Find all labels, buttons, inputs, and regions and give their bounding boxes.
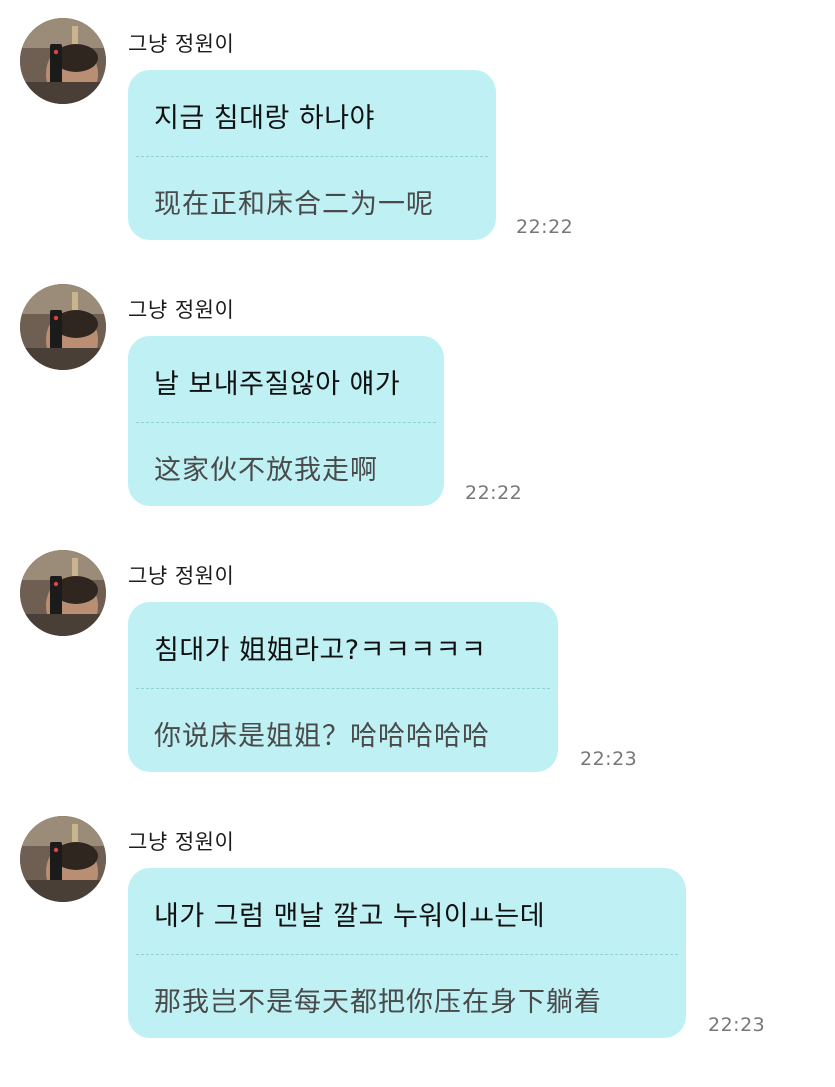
message-text: 침대가 姐姐라고?ㅋㅋㅋㅋㅋ <box>154 635 487 666</box>
avatar[interactable] <box>20 18 106 104</box>
sender-name: 그냥 정원이 <box>128 298 235 322</box>
sender-name: 그냥 정원이 <box>128 564 235 588</box>
message-text: 지금 침대랑 하나야 <box>154 103 375 134</box>
message-bubble[interactable]: 날 보내주질않아 얘가 这家伙不放我走啊 <box>128 336 444 506</box>
translation-divider <box>136 954 678 955</box>
translation-divider <box>136 422 436 423</box>
translation-divider <box>136 688 550 689</box>
message-translation: 这家伙不放我走啊 <box>154 455 378 486</box>
message-timestamp: 22:22 <box>516 216 574 238</box>
avatar[interactable] <box>20 284 106 370</box>
translation-divider <box>136 156 488 157</box>
message-text: 내가 그럼 맨날 깔고 누워이ㅛ는데 <box>154 901 546 932</box>
message-bubble[interactable]: 침대가 姐姐라고?ㅋㅋㅋㅋㅋ 你说床是姐姐？哈哈哈哈哈 <box>128 602 558 772</box>
message-text: 날 보내주질않아 얘가 <box>154 369 401 400</box>
sender-name: 그냥 정원이 <box>128 32 235 56</box>
message-bubble[interactable]: 지금 침대랑 하나야 现在正和床合二为一呢 <box>128 70 496 240</box>
chat-message: 그냥 정원이 지금 침대랑 하나야 现在正和床合二为一呢 22:22 <box>0 0 835 266</box>
sender-name: 그냥 정원이 <box>128 830 235 854</box>
message-bubble[interactable]: 내가 그럼 맨날 깔고 누워이ㅛ는데 那我岂不是每天都把你压在身下躺着 <box>128 868 686 1038</box>
avatar[interactable] <box>20 550 106 636</box>
chat-message: 그냥 정원이 날 보내주질않아 얘가 这家伙不放我走啊 22:22 <box>0 266 835 532</box>
message-translation: 你说床是姐姐？哈哈哈哈哈 <box>154 721 490 752</box>
message-timestamp: 22:22 <box>465 482 523 504</box>
message-timestamp: 22:23 <box>580 748 638 770</box>
message-timestamp: 22:23 <box>708 1014 766 1036</box>
avatar[interactable] <box>20 816 106 902</box>
chat-message: 그냥 정원이 침대가 姐姐라고?ㅋㅋㅋㅋㅋ 你说床是姐姐？哈哈哈哈哈 22:23 <box>0 532 835 798</box>
message-translation: 那我岂不是每天都把你压在身下躺着 <box>154 987 602 1018</box>
chat-message: 그냥 정원이 내가 그럼 맨날 깔고 누워이ㅛ는데 那我岂不是每天都把你压在身下… <box>0 798 835 1064</box>
message-translation: 现在正和床合二为一呢 <box>154 189 434 220</box>
